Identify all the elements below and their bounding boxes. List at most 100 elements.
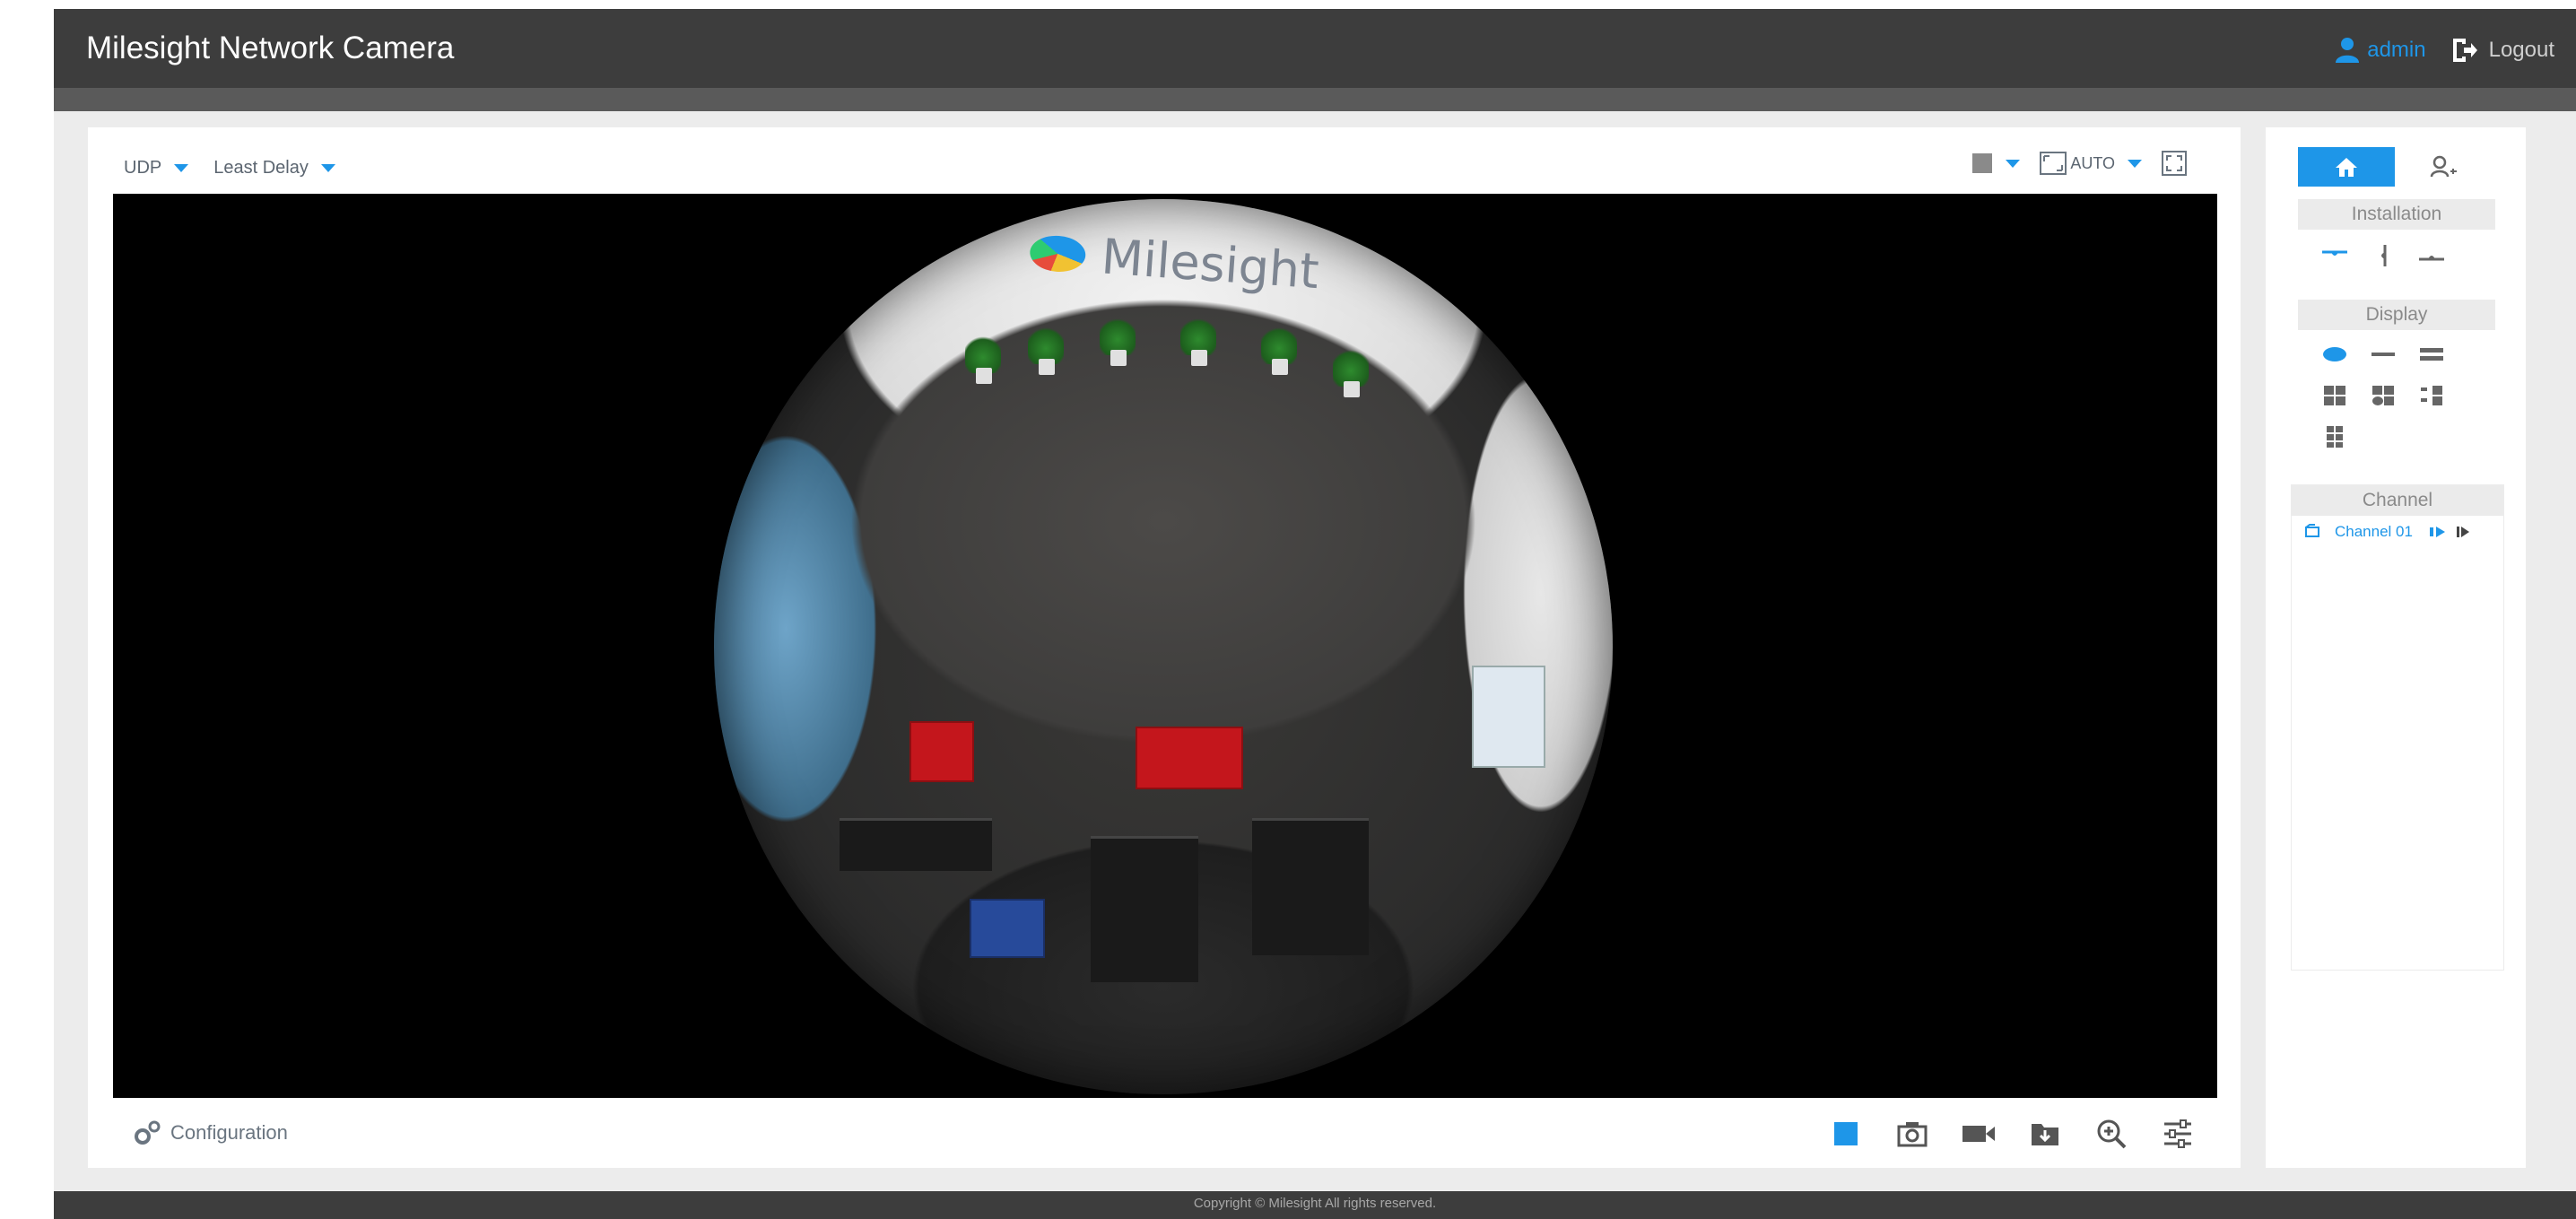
installation-options: [2318, 242, 2463, 269]
configuration-label: Configuration: [170, 1121, 288, 1144]
header-actions: admin Logout: [2335, 32, 2554, 68]
display-header: Display: [2298, 300, 2495, 330]
live-view-panel: UDP Least Delay AUTO Milesight Configura…: [88, 127, 2241, 1168]
logout-label: Logout: [2488, 38, 2554, 62]
plant: [1019, 325, 1073, 379]
gears-icon: [135, 1120, 161, 1145]
zoom-in-icon: [2097, 1119, 2127, 1149]
wall-mount-icon: [2381, 245, 2387, 266]
channel-header: Channel: [2292, 485, 2503, 516]
save-folder-button[interactable]: [2027, 1116, 2063, 1152]
chevron-down-icon: [2128, 159, 2142, 168]
plant: [1171, 316, 1225, 370]
logout-icon: [2452, 39, 2477, 62]
plant: [1091, 316, 1144, 370]
user-name: admin: [2367, 38, 2426, 62]
channel-controls: [2429, 525, 2479, 539]
chevron-down-icon: [174, 164, 189, 172]
configuration-link[interactable]: Configuration: [133, 1119, 288, 1146]
snapshot-button[interactable]: [1894, 1116, 1930, 1152]
display-fisheye-quad-button[interactable]: [2366, 382, 2400, 409]
installation-header: Installation: [2298, 199, 2495, 230]
display-modes-row1: [2318, 341, 2463, 368]
fisheye-oval-icon: [2323, 347, 2346, 361]
chevron-down-icon: [320, 164, 335, 172]
stream-square-icon: [1972, 153, 1993, 173]
display-original-button[interactable]: [2318, 341, 2352, 368]
channel-next-button[interactable]: [2456, 525, 2470, 539]
floor-mount-button[interactable]: [2415, 242, 2449, 269]
plant: [1252, 325, 1306, 379]
fisheye-quad-icon: [2372, 386, 2394, 405]
wall-poster: [1472, 666, 1545, 768]
stream-select[interactable]: [1971, 152, 2021, 174]
video-viewport[interactable]: Milesight: [113, 194, 2217, 1098]
user-menu[interactable]: admin: [2335, 37, 2426, 64]
channel-play-button[interactable]: [2429, 525, 2447, 539]
milesight-logo-text: Milesight: [1100, 228, 1321, 300]
panorama-icon: [2371, 353, 2395, 356]
app-title: Milesight Network Camera: [86, 30, 455, 65]
user-icon: [2336, 38, 2360, 63]
floor-step: [1252, 818, 1369, 955]
stop-button[interactable]: [1828, 1116, 1864, 1152]
fisheye-side-panel: Installation Display Channel Channel 01: [2266, 127, 2526, 1168]
stream-toolbar: UDP Least Delay: [124, 158, 361, 178]
app-frame: Milesight Network Camera admin Logout UD…: [54, 9, 2576, 1219]
camera-icon: [1897, 1122, 1928, 1147]
display-double-panorama-button[interactable]: [2415, 341, 2449, 368]
display-quad-button[interactable]: [2318, 382, 2352, 409]
ptz-icon: [2430, 155, 2457, 178]
record-button[interactable]: [1961, 1116, 1997, 1152]
panorama-quad-icon: [2421, 386, 2442, 405]
logout-button[interactable]: Logout: [2451, 37, 2554, 64]
display-panorama-button[interactable]: [2366, 341, 2400, 368]
video-camera-icon: [1962, 1126, 1995, 1142]
ratio-value: AUTO: [2070, 153, 2115, 172]
home-icon: [2336, 158, 2357, 177]
display-panorama-quad-button[interactable]: [2415, 382, 2449, 409]
play-stream-icon: [2429, 527, 2445, 537]
tab-home[interactable]: [2298, 147, 2395, 187]
channel-item[interactable]: Channel 01: [2292, 516, 2503, 548]
fullscreen-button[interactable]: [2162, 151, 2187, 176]
aspect-ratio-icon: [2040, 152, 2067, 175]
display-multi-button[interactable]: [2318, 423, 2352, 450]
view-toolbar: AUTO: [1952, 151, 2187, 176]
protocol-value: UDP: [124, 158, 162, 178]
wall-mount-button[interactable]: [2366, 242, 2400, 269]
plant: [956, 334, 1010, 387]
copyright-text: Copyright © Milesight All rights reserve…: [1193, 1196, 1437, 1211]
floor-step: [1091, 836, 1198, 982]
ratio-select[interactable]: AUTO: [2040, 152, 2142, 175]
header-subbar: [54, 88, 2576, 111]
image-settings-button[interactable]: [2160, 1116, 2196, 1152]
stream-mode-select[interactable]: Least Delay: [213, 158, 335, 178]
side-tabs: [2298, 147, 2495, 187]
zoom-button[interactable]: [2093, 1116, 2129, 1152]
top-header: Milesight Network Camera admin Logout: [54, 9, 2576, 88]
bottom-toolbar: Configuration: [88, 1107, 2241, 1161]
protocol-select[interactable]: UDP: [124, 158, 189, 178]
tab-ptz[interactable]: [2395, 147, 2492, 187]
red-banner: [909, 721, 974, 782]
chevron-down-icon: [2006, 159, 2021, 168]
display-modes-row2: [2318, 382, 2463, 409]
fullscreen-icon: [2162, 151, 2187, 176]
channel-camera-icon: [2305, 524, 2319, 537]
sliders-icon: [2164, 1119, 2191, 1148]
channel-label: Channel 01: [2335, 523, 2413, 540]
fisheye-image: Milesight: [714, 199, 1613, 1094]
floor-step: [840, 818, 992, 871]
floor-sign: [970, 899, 1045, 958]
ceiling-mount-button[interactable]: [2318, 242, 2352, 269]
channel-list-panel: Channel Channel 01: [2291, 484, 2504, 971]
quad-view-icon: [2324, 386, 2345, 405]
milesight-logo: Milesight: [1028, 223, 1320, 300]
stream-mode-value: Least Delay: [213, 158, 309, 178]
plant: [1324, 347, 1378, 401]
step-forward-icon: [2456, 527, 2469, 537]
live-actions: [1828, 1116, 2226, 1152]
folder-download-icon: [2032, 1124, 2058, 1145]
multi-view-icon: [2327, 426, 2343, 448]
